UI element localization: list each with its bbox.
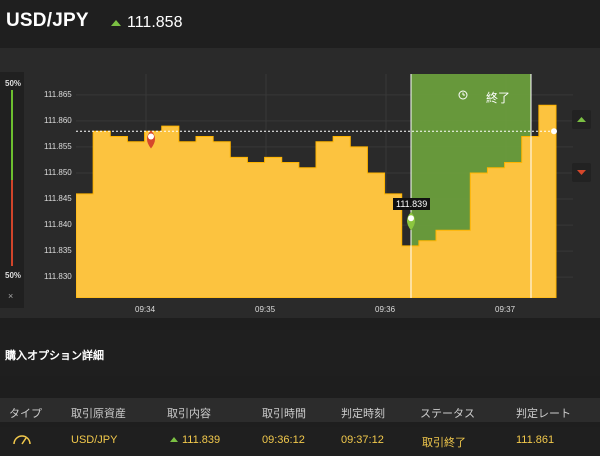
expiry-label: 終了 [486, 91, 511, 105]
x-tick-label: 09:35 [255, 305, 276, 314]
row-up-icon [170, 437, 178, 442]
high-pin-dot [148, 133, 154, 140]
top-bar [0, 0, 600, 48]
entry-price-tooltip: 111.839 [393, 198, 431, 210]
row-judge-time: 09:37:12 [341, 434, 384, 446]
header-trade-time: 取引時間 [262, 408, 306, 420]
y-tick-label: 111.845 [44, 194, 72, 204]
price-up-icon [111, 20, 121, 26]
header-rate: 判定レート [516, 408, 571, 420]
y-tick-label: 111.835 [44, 246, 72, 256]
current-price: 111.858 [127, 14, 183, 31]
current-price-dot [551, 128, 557, 135]
header-type: タイプ [9, 408, 42, 420]
currency-pair: USD/JPY [6, 10, 89, 31]
gauge-bottom-label: 50% [5, 271, 22, 280]
y-tick-label: 111.855 [44, 141, 72, 151]
y-tick-label: 111.840 [44, 220, 72, 230]
gauge-up-bar [11, 90, 13, 180]
y-tick-label: 111.860 [44, 115, 72, 125]
section-title: 購入オプション詳細 [5, 350, 104, 362]
clock-icon [458, 90, 468, 100]
header-judge-time: 判定時刻 [341, 408, 385, 420]
close-icon[interactable]: × [8, 291, 13, 301]
x-tick-label: 09:34 [135, 305, 156, 314]
row-asset: USD/JPY [71, 434, 118, 446]
price-chart [76, 74, 573, 298]
high-button[interactable] [572, 110, 591, 129]
gauge-icon [13, 435, 31, 445]
entry-pin-dot [408, 215, 414, 222]
arrow-down-icon [577, 170, 586, 175]
row-trade-time: 09:36:12 [262, 434, 305, 446]
header-content: 取引内容 [167, 408, 211, 420]
row-content: 111.839 [182, 434, 221, 446]
y-tick-label: 111.830 [44, 272, 72, 282]
header-status: ステータス [420, 408, 475, 420]
header-asset: 取引原資産 [71, 408, 126, 420]
x-tick-label: 09:36 [375, 305, 396, 314]
row-status: 取引終了 [422, 437, 466, 449]
y-tick-label: 111.850 [44, 167, 72, 177]
x-tick-label: 09:37 [495, 305, 516, 314]
low-button[interactable] [572, 163, 591, 182]
arrow-up-icon [577, 117, 586, 122]
gauge-down-bar [11, 180, 13, 266]
row-rate: 111.861 [516, 434, 555, 446]
gauge-top-label: 50% [5, 79, 22, 88]
y-tick-label: 111.865 [44, 89, 72, 99]
